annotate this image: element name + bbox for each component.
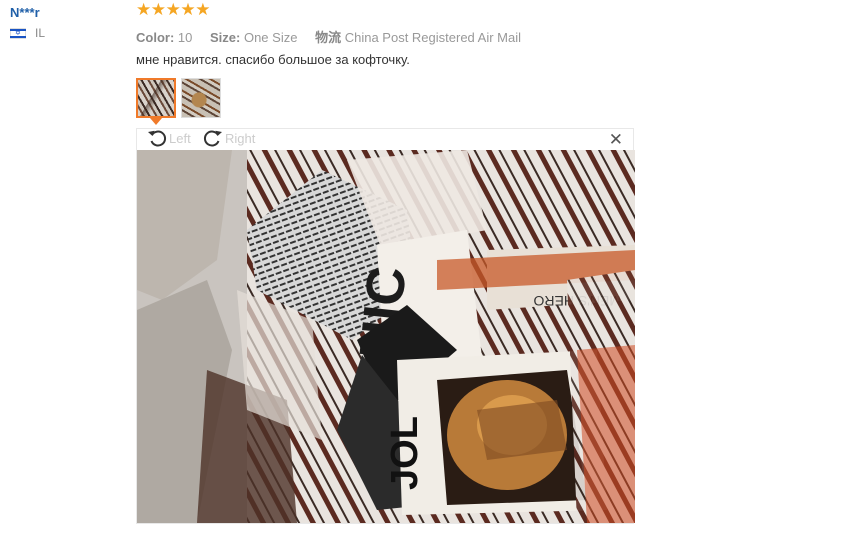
star-rating: ★ ★ ★ ★ ★ — [136, 0, 211, 19]
reviewer-name[interactable]: N***r — [10, 5, 45, 20]
rotate-left-button[interactable]: Left — [147, 129, 191, 147]
review-photo: CHIC MEN'S HERO JOL — [137, 150, 635, 523]
review-photo-image: CHIC MEN'S HERO JOL — [137, 150, 635, 523]
image-viewer: Left Right ✕ HERO JOL — [136, 128, 635, 524]
rotate-right-icon — [203, 130, 222, 147]
active-thumb-caret — [150, 118, 162, 125]
country-code: IL — [35, 26, 46, 40]
review-attributes: Color: 10 Size: One Size 物流 China Post R… — [136, 27, 535, 46]
rotate-right-button[interactable]: Right — [203, 129, 255, 147]
star-icon: ★ — [150, 0, 167, 19]
star-icon: ★ — [180, 0, 196, 19]
star-icon: ★ — [165, 0, 181, 19]
viewer-toolbar: Left Right ✕ — [137, 129, 633, 150]
attr-shipping-label: 物流 — [315, 30, 342, 45]
photo-text-jol: JOL — [384, 416, 426, 490]
star-icon: ★ — [136, 0, 152, 19]
thumbnail-photo-1[interactable] — [136, 78, 176, 118]
attr-size-value: One Size — [243, 30, 298, 45]
reviewer-country: ✡ IL — [10, 26, 45, 40]
reviewer-info: N***r ✡ IL — [10, 5, 45, 40]
attr-size-label: Size: — [210, 30, 241, 45]
review-text: мне нравится. спасибо большое за кофточк… — [136, 52, 410, 67]
rotate-left-icon — [148, 130, 167, 147]
attr-color-value: 10 — [177, 30, 193, 45]
close-icon[interactable]: ✕ — [609, 131, 623, 148]
attr-color-label: Color: — [136, 30, 175, 45]
review-thumbnails — [136, 78, 226, 118]
rotate-left-label: Left — [169, 130, 191, 146]
star-icon: ★ — [195, 0, 211, 19]
rotate-right-label: Right — [225, 130, 256, 146]
attr-shipping-value: China Post Registered Air Mail — [344, 30, 522, 45]
israel-flag-icon: ✡ — [10, 27, 26, 39]
thumbnail-photo-2[interactable] — [181, 78, 221, 118]
